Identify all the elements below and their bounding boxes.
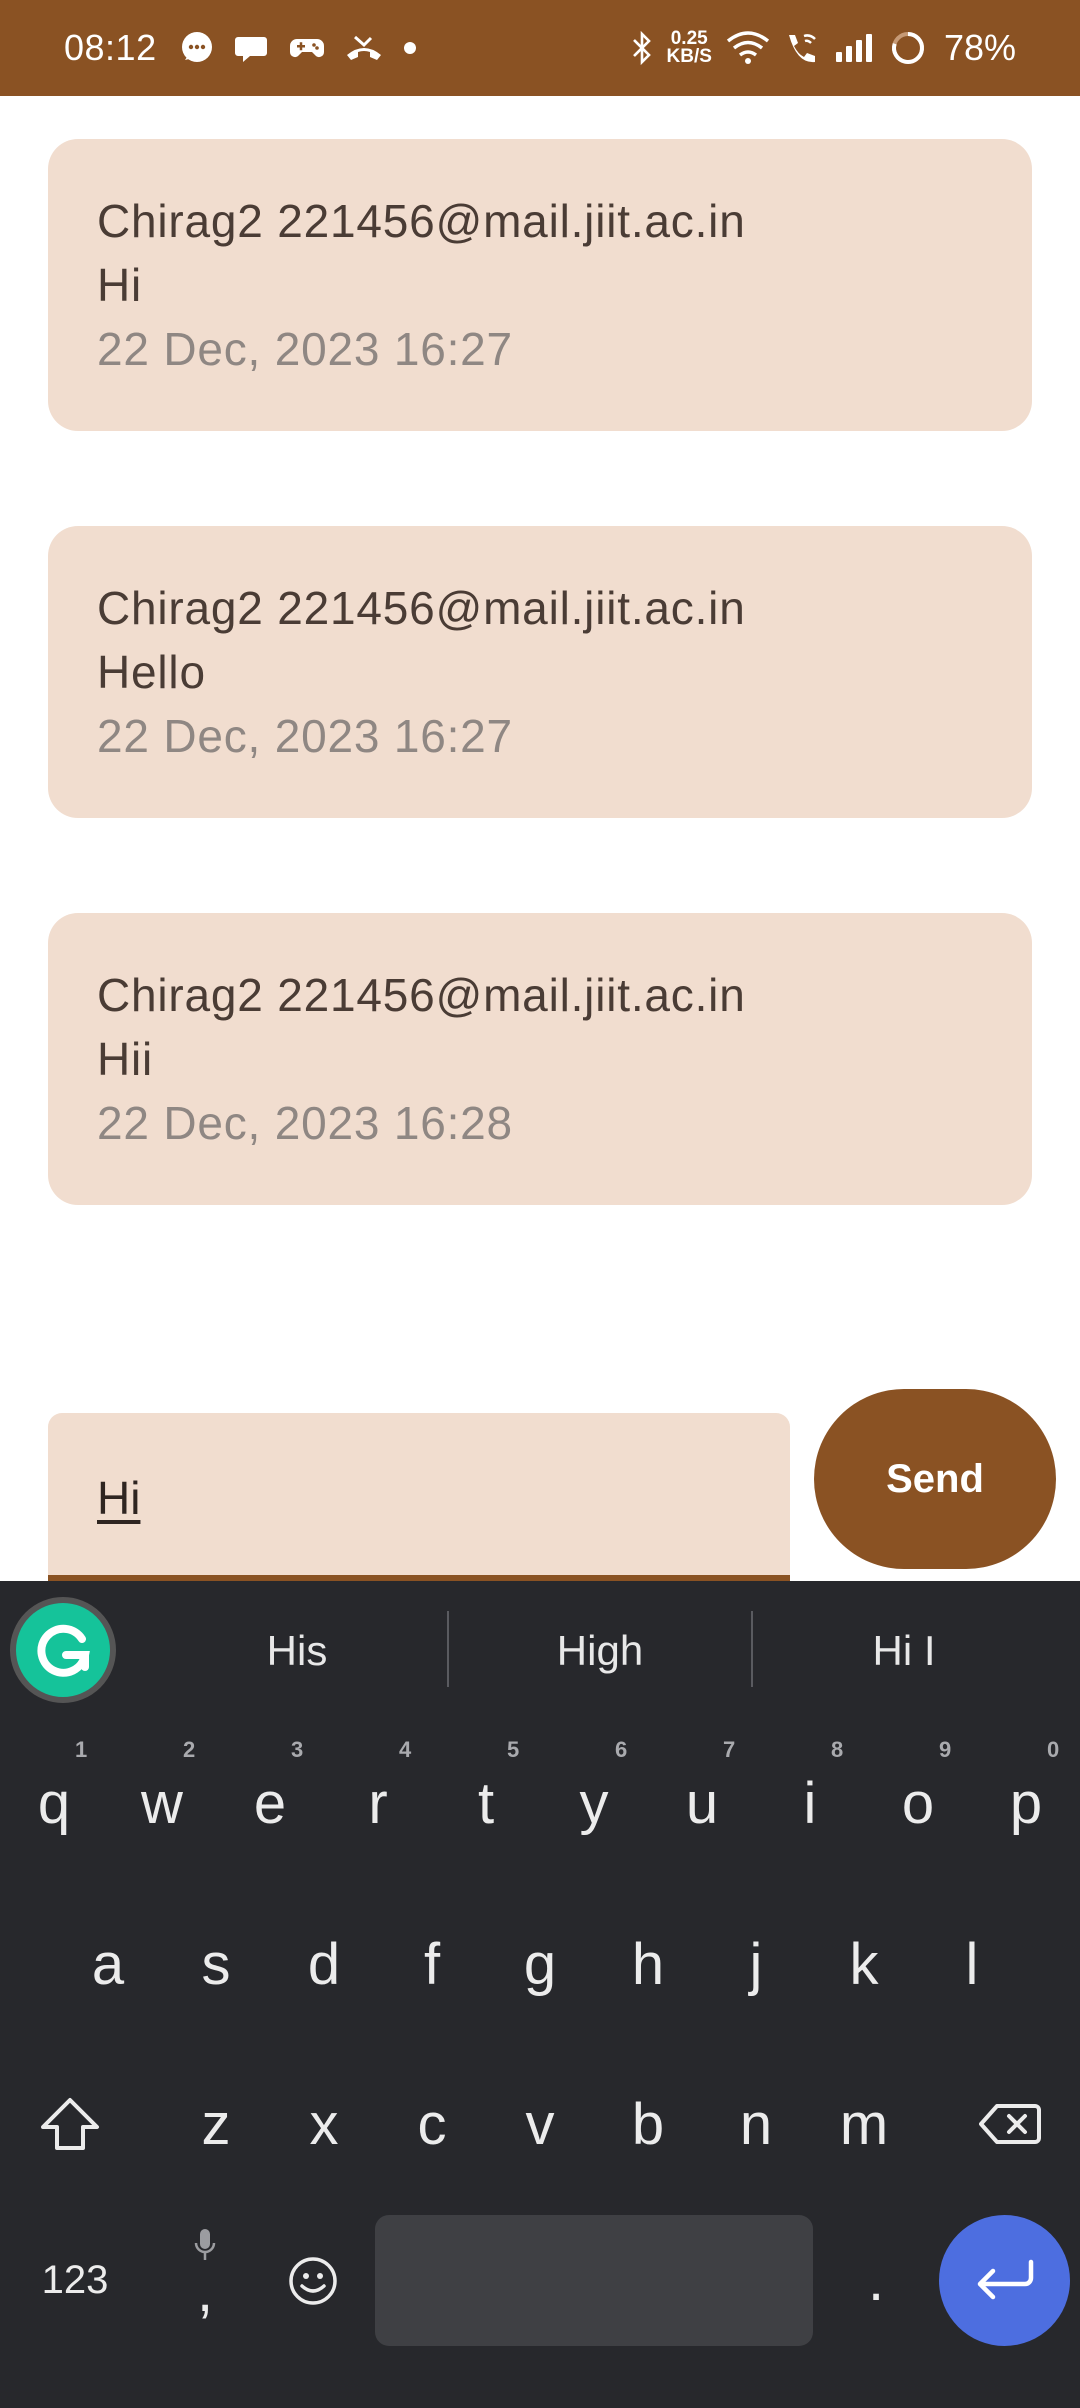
backspace-icon bbox=[979, 2104, 1041, 2144]
dot-icon bbox=[403, 41, 417, 55]
key-c[interactable]: c bbox=[378, 2059, 486, 2189]
key-i[interactable]: i bbox=[756, 1738, 864, 1868]
key-h[interactable]: h bbox=[594, 1899, 702, 2029]
key-f[interactable]: f bbox=[378, 1899, 486, 2029]
send-button[interactable]: Send bbox=[814, 1389, 1056, 1569]
key-hint: 5 bbox=[507, 1737, 520, 1762]
key-q[interactable]: q bbox=[0, 1738, 108, 1868]
message-sender: Chirag2 221456@mail.jiit.ac.in bbox=[97, 969, 746, 1021]
wifi-icon bbox=[726, 31, 770, 65]
backspace-key[interactable] bbox=[940, 2059, 1080, 2189]
key-a[interactable]: a bbox=[54, 1899, 162, 2029]
battery-ring-icon bbox=[890, 30, 926, 66]
key-y[interactable]: y bbox=[540, 1738, 648, 1868]
message-text: Hi bbox=[97, 259, 143, 311]
key-m[interactable]: m bbox=[810, 2059, 918, 2189]
game-controller-icon bbox=[289, 33, 325, 63]
shift-key[interactable] bbox=[0, 2059, 140, 2189]
status-bar: 08:12 0.25 KB/S 78% bbox=[0, 0, 1080, 96]
emoji-icon bbox=[289, 2256, 337, 2305]
key-hint: 3 bbox=[291, 1737, 304, 1762]
message-text: Hello bbox=[97, 646, 206, 698]
key-n[interactable]: n bbox=[702, 2059, 810, 2189]
suggestion-strip: His High Hi I bbox=[0, 1581, 1080, 1721]
message-card: Chirag2 221456@mail.jiit.ac.in Hii 22 De… bbox=[48, 913, 1032, 1205]
comma-mic-key[interactable]: , bbox=[162, 2215, 248, 2346]
bluetooth-icon bbox=[631, 31, 653, 65]
key-hint: 6 bbox=[615, 1737, 628, 1762]
key-v[interactable]: v bbox=[486, 2059, 594, 2189]
message-card: Chirag2 221456@mail.jiit.ac.in Hi 22 Dec… bbox=[48, 139, 1032, 431]
key-l[interactable]: l bbox=[918, 1899, 1026, 2029]
space-key[interactable] bbox=[375, 2215, 813, 2346]
suggestion-item[interactable]: Hi I bbox=[753, 1609, 1055, 1693]
key-x[interactable]: x bbox=[270, 2059, 378, 2189]
message-card: Chirag2 221456@mail.jiit.ac.in Hello 22 … bbox=[48, 526, 1032, 818]
wifi-calling-icon bbox=[784, 31, 820, 65]
key-u[interactable]: u bbox=[648, 1738, 756, 1868]
message-timestamp: 22 Dec, 2023 16:28 bbox=[97, 1097, 513, 1149]
shift-arrow-icon bbox=[41, 2098, 99, 2150]
network-speed: 0.25 KB/S bbox=[666, 28, 712, 67]
period-key[interactable]: . bbox=[826, 2215, 926, 2346]
message-text: Hii bbox=[97, 1033, 154, 1085]
key-s[interactable]: s bbox=[162, 1899, 270, 2029]
enter-arrow-icon bbox=[977, 2259, 1033, 2299]
emoji-key[interactable] bbox=[270, 2215, 356, 2346]
key-g[interactable]: g bbox=[486, 1899, 594, 2029]
missed-call-icon bbox=[345, 33, 383, 63]
battery-percent: 78% bbox=[943, 27, 1016, 68]
key-z[interactable]: z bbox=[162, 2059, 270, 2189]
suggestion-item[interactable]: High bbox=[449, 1609, 751, 1693]
grammarly-icon[interactable] bbox=[10, 1597, 116, 1703]
key-o[interactable]: o bbox=[864, 1738, 972, 1868]
key-k[interactable]: k bbox=[810, 1899, 918, 2029]
message-timestamp: 22 Dec, 2023 16:27 bbox=[97, 323, 513, 375]
symbols-key[interactable]: 123 bbox=[0, 2215, 150, 2346]
key-hint: 0 bbox=[1047, 1737, 1060, 1762]
key-r[interactable]: r bbox=[324, 1738, 432, 1868]
key-p[interactable]: p bbox=[972, 1738, 1080, 1868]
key-hint: 8 bbox=[831, 1737, 844, 1762]
key-b[interactable]: b bbox=[594, 2059, 702, 2189]
message-input[interactable]: Hi bbox=[48, 1413, 790, 1581]
message-sender: Chirag2 221456@mail.jiit.ac.in bbox=[97, 195, 746, 247]
key-hint: 7 bbox=[723, 1737, 736, 1762]
key-w[interactable]: w bbox=[108, 1738, 216, 1868]
key-hint: 2 bbox=[183, 1737, 196, 1762]
chat-bubble-icon bbox=[179, 30, 215, 66]
enter-key[interactable] bbox=[939, 2215, 1070, 2346]
key-hint: 9 bbox=[939, 1737, 952, 1762]
key-hint: 1 bbox=[75, 1737, 88, 1762]
key-j[interactable]: j bbox=[702, 1899, 810, 2029]
comma-label: , bbox=[196, 2259, 214, 2324]
suggestion-item[interactable]: His bbox=[146, 1609, 448, 1693]
message-input-value: Hi bbox=[97, 1472, 141, 1524]
signal-icon bbox=[834, 32, 876, 64]
key-hint: 4 bbox=[399, 1737, 412, 1762]
microphone-icon bbox=[194, 2229, 216, 2260]
message-timestamp: 22 Dec, 2023 16:27 bbox=[97, 710, 513, 762]
message-sender: Chirag2 221456@mail.jiit.ac.in bbox=[97, 582, 746, 634]
soft-keyboard: His High Hi I q w e r t y u i o p 1 2 3 … bbox=[0, 1581, 1080, 2408]
key-e[interactable]: e bbox=[216, 1738, 324, 1868]
key-t[interactable]: t bbox=[432, 1738, 540, 1868]
status-time: 08:12 bbox=[64, 27, 157, 68]
key-d[interactable]: d bbox=[270, 1899, 378, 2029]
speech-bubble-icon bbox=[234, 31, 269, 65]
